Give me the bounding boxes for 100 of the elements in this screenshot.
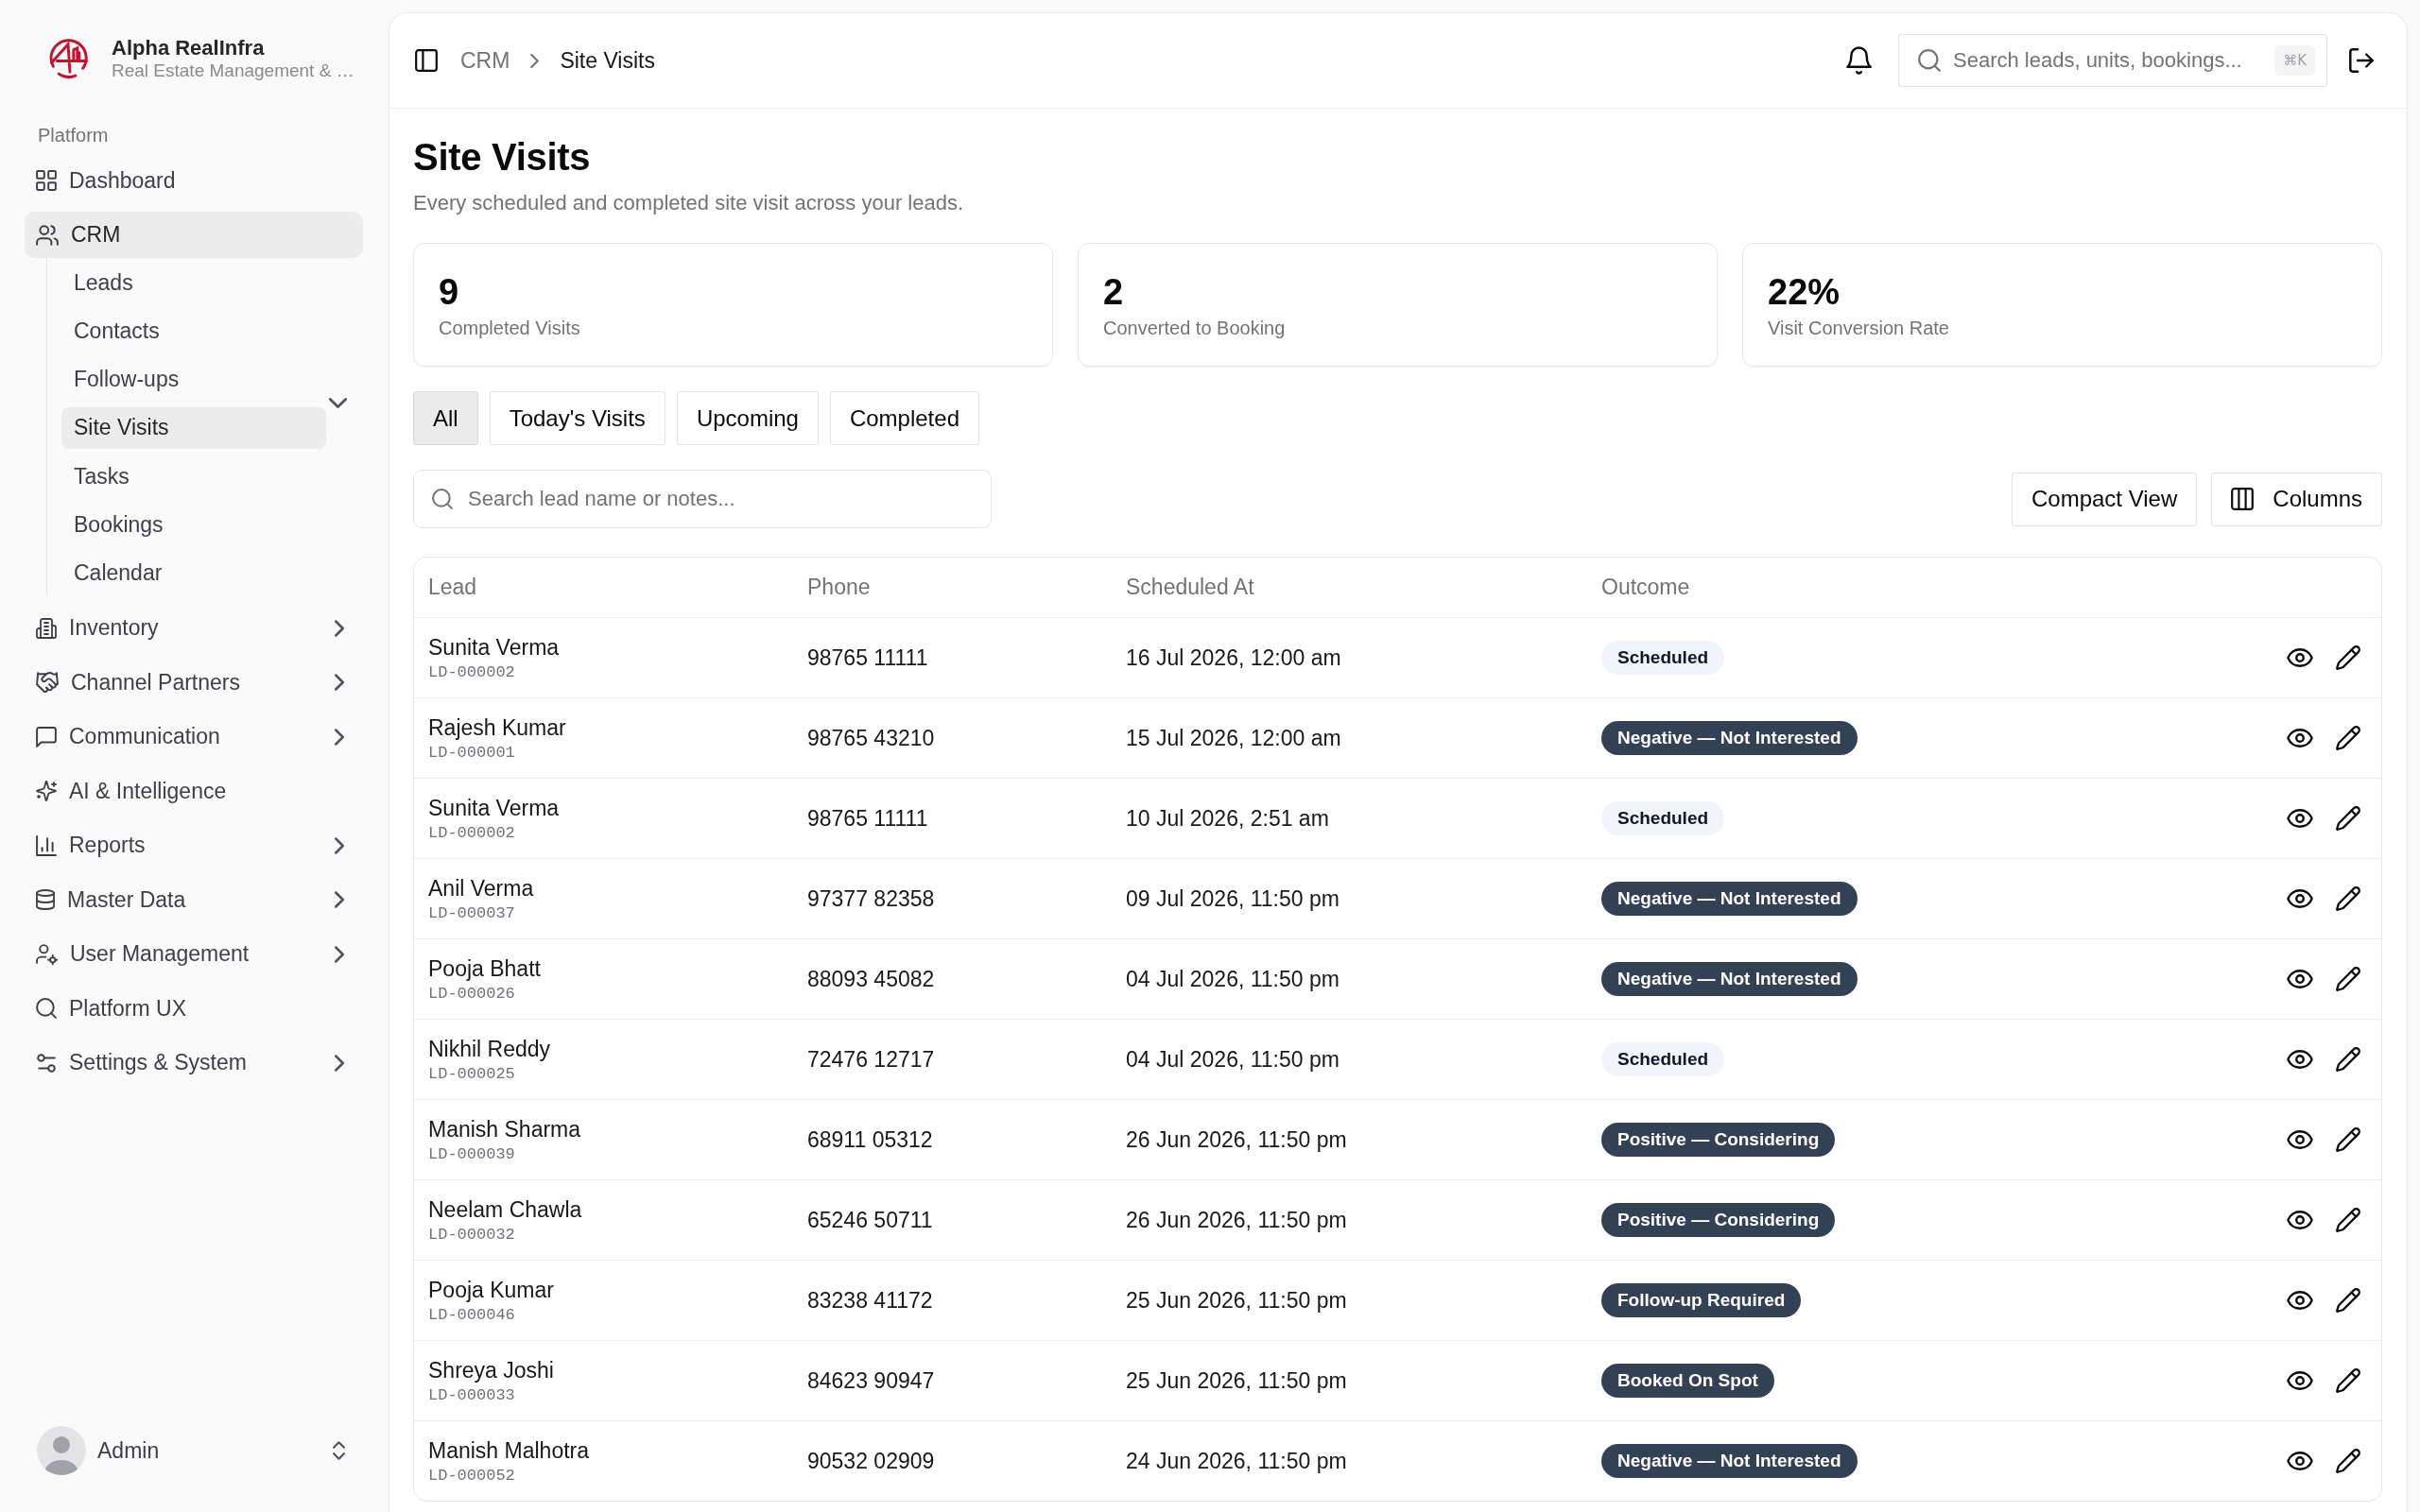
scheduled-time: 25 Jun 2026, 11:50 pm	[1126, 1287, 1347, 1313]
eye-icon[interactable]	[2287, 1452, 2313, 1470]
sliders-icon	[36, 1052, 57, 1074]
eye-icon[interactable]	[2287, 1371, 2313, 1390]
pencil-icon[interactable]	[2336, 886, 2360, 911]
pencil-icon[interactable]	[2336, 1288, 2360, 1313]
eye-icon[interactable]	[2287, 729, 2313, 747]
nav-subitem[interactable]: Tasks	[61, 455, 326, 498]
search-icon	[1918, 49, 1941, 72]
lead-id: LD-000052	[428, 1466, 515, 1486]
brand-name: Alpha RealInfra	[112, 36, 266, 60]
search-icon	[432, 489, 453, 509]
pencil-icon[interactable]	[2336, 806, 2360, 831]
outcome-badge: Negative — Not Interested	[1601, 882, 1858, 916]
bar-chart-icon	[36, 834, 57, 856]
logout-icon[interactable]	[2349, 48, 2374, 73]
nav-item[interactable]: Inventory	[25, 605, 363, 652]
eye-icon[interactable]	[2287, 1050, 2313, 1069]
nav-item[interactable]: CRM	[25, 212, 363, 258]
column-header: Outcome	[1601, 575, 1690, 599]
scheduled-time: 04 Jul 2026, 11:50 pm	[1126, 1046, 1340, 1072]
pencil-icon[interactable]	[2336, 1208, 2360, 1232]
outcome-badge: Negative — Not Interested	[1601, 721, 1858, 755]
lead-search-field[interactable]: Search lead name or notes...	[413, 470, 992, 528]
search-icon	[36, 998, 57, 1020]
eye-icon[interactable]	[2287, 1291, 2313, 1310]
nav-item[interactable]: User Management	[25, 931, 363, 978]
columns-button[interactable]: Columns	[2211, 472, 2382, 526]
nav-item[interactable]: Communication	[25, 713, 363, 761]
nav-item[interactable]: Dashboard	[25, 157, 363, 204]
phone-number: 90532 02909	[807, 1448, 935, 1473]
eye-icon[interactable]	[2287, 648, 2313, 667]
nav-subitem[interactable]: Leads	[61, 262, 326, 303]
eye-icon[interactable]	[2287, 809, 2313, 828]
filter-tab[interactable]: Completed	[829, 391, 979, 445]
lead-name: Rajesh Kumar	[428, 713, 566, 741]
pencil-icon[interactable]	[2336, 726, 2360, 750]
stat-label: Visit Conversion Rate	[1768, 316, 1949, 339]
nav-subitem[interactable]: Contacts	[61, 310, 326, 352]
user-name: Admin	[97, 1437, 160, 1464]
scheduled-time: 04 Jul 2026, 11:50 pm	[1126, 966, 1340, 991]
nav-subitem[interactable]: Bookings	[61, 504, 326, 546]
eye-icon[interactable]	[2287, 1211, 2313, 1229]
chevron-up-down-icon[interactable]	[333, 1441, 345, 1460]
section-label: Platform	[38, 124, 109, 146]
lead-name: Manish Sharma	[428, 1115, 581, 1143]
nav-item[interactable]: Platform UX	[25, 985, 363, 1032]
nav-item[interactable]: Channel Partners	[25, 659, 363, 706]
nav-item[interactable]: AI & Intelligence	[25, 767, 363, 815]
lead-name: Pooja Bhatt	[428, 954, 541, 982]
scheduled-time: 25 Jun 2026, 11:50 pm	[1126, 1367, 1347, 1393]
outcome-badge: Scheduled	[1601, 801, 1725, 835]
panel-toggle-icon[interactable]	[415, 49, 438, 72]
eye-icon[interactable]	[2287, 1130, 2313, 1149]
chat-bubble-icon	[36, 726, 57, 747]
nav-subitem[interactable]: Follow-ups	[61, 358, 326, 401]
lead-id: LD-000002	[428, 662, 515, 682]
outcome-badge: Positive — Considering	[1601, 1203, 1836, 1237]
stat-value: 9	[439, 270, 459, 313]
lead-id: LD-000046	[428, 1305, 515, 1325]
pencil-icon[interactable]	[2336, 1047, 2360, 1072]
nav-item[interactable]: Settings & System	[25, 1040, 363, 1087]
stat-label: Converted to Booking	[1103, 316, 1286, 339]
breadcrumb-chevron-icon	[530, 53, 540, 68]
nav-item[interactable]: Reports	[25, 822, 363, 869]
phone-number: 98765 43210	[807, 725, 935, 750]
pencil-icon[interactable]	[2336, 967, 2360, 991]
pencil-icon[interactable]	[2336, 645, 2360, 670]
nav-subitem[interactable]: Site Visits	[61, 406, 326, 449]
bell-icon[interactable]	[1846, 46, 1872, 75]
eye-icon[interactable]	[2287, 970, 2313, 988]
filter-tab[interactable]: Upcoming	[676, 391, 819, 445]
pencil-icon[interactable]	[2336, 1449, 2360, 1473]
nav-subitem[interactable]: Calendar	[61, 552, 326, 594]
scheduled-time: 26 Jun 2026, 11:50 pm	[1126, 1207, 1347, 1232]
column-header: Lead	[428, 575, 477, 599]
lead-id: LD-000001	[428, 743, 515, 763]
lead-id: LD-000032	[428, 1225, 515, 1245]
view-toggle-button[interactable]: Compact View	[2012, 472, 2198, 526]
sparkle-icon	[36, 781, 57, 802]
pencil-icon[interactable]	[2336, 1368, 2360, 1393]
filter-tab[interactable]: All	[413, 391, 478, 445]
lead-id: LD-000039	[428, 1144, 515, 1164]
scheduled-time: 15 Jul 2026, 12:00 am	[1126, 725, 1341, 750]
breadcrumb-current: Site Visits	[560, 47, 655, 74]
handshake-icon	[36, 672, 59, 694]
outcome-badge: Negative — Not Interested	[1601, 1444, 1858, 1478]
lead-name: Nikhil Reddy	[428, 1035, 551, 1062]
scheduled-time: 24 Jun 2026, 11:50 pm	[1126, 1448, 1347, 1473]
chevron-down-icon[interactable]	[329, 398, 347, 408]
pencil-icon[interactable]	[2336, 1127, 2360, 1152]
nav-item[interactable]: Master Data	[25, 876, 363, 923]
stat-label: Completed Visits	[439, 316, 580, 339]
eye-icon[interactable]	[2287, 889, 2313, 908]
breadcrumb-link[interactable]: CRM	[460, 47, 510, 74]
user-gear-icon	[36, 943, 58, 965]
building-icon	[36, 617, 57, 639]
filter-tab[interactable]: Today's Visits	[489, 391, 666, 445]
phone-number: 65246 50711	[807, 1207, 933, 1232]
stat-value: 22%	[1768, 270, 1841, 313]
